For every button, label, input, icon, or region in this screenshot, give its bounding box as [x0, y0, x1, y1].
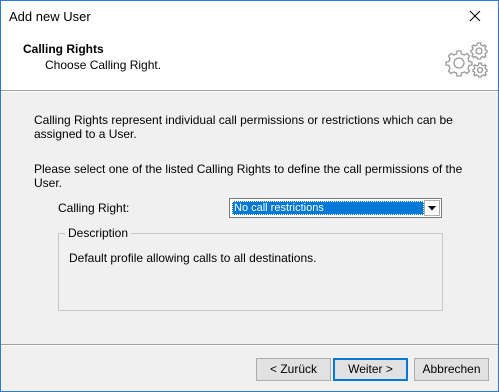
back-button[interactable]: < Zurück	[256, 358, 331, 381]
wizard-header: Calling Rights Choose Calling Right.	[1, 31, 498, 90]
dialog-window: Add new User Calling Rights Choose Calli…	[0, 0, 499, 392]
dropdown-button[interactable]	[424, 200, 440, 216]
chevron-down-icon	[428, 205, 436, 210]
calling-right-label: Calling Right:	[58, 201, 130, 215]
wizard-content: Calling Rights represent individual call…	[1, 92, 498, 347]
description-legend: Description	[65, 226, 132, 240]
footer-divider	[1, 344, 498, 346]
calling-right-selected-value[interactable]: No call restrictions	[232, 201, 424, 215]
title-bar: Add new User	[1, 1, 498, 31]
calling-right-select[interactable]: No call restrictions	[229, 198, 442, 218]
close-button[interactable]	[452, 1, 498, 31]
window-title: Add new User	[9, 9, 91, 24]
description-groupbox: Description Default profile allowing cal…	[58, 226, 443, 311]
close-icon	[469, 10, 481, 22]
page-subtitle: Choose Calling Right.	[45, 58, 162, 72]
cancel-button[interactable]: Abbrechen	[414, 358, 489, 381]
next-button[interactable]: Weiter >	[333, 358, 408, 381]
gears-icon	[445, 42, 488, 78]
description-text: Default profile allowing calls to all de…	[69, 251, 317, 265]
intro-text: Calling Rights represent individual call…	[34, 113, 453, 141]
instruction-text: Please select one of the listed Calling …	[34, 162, 463, 190]
page-title: Calling Rights	[23, 42, 104, 56]
